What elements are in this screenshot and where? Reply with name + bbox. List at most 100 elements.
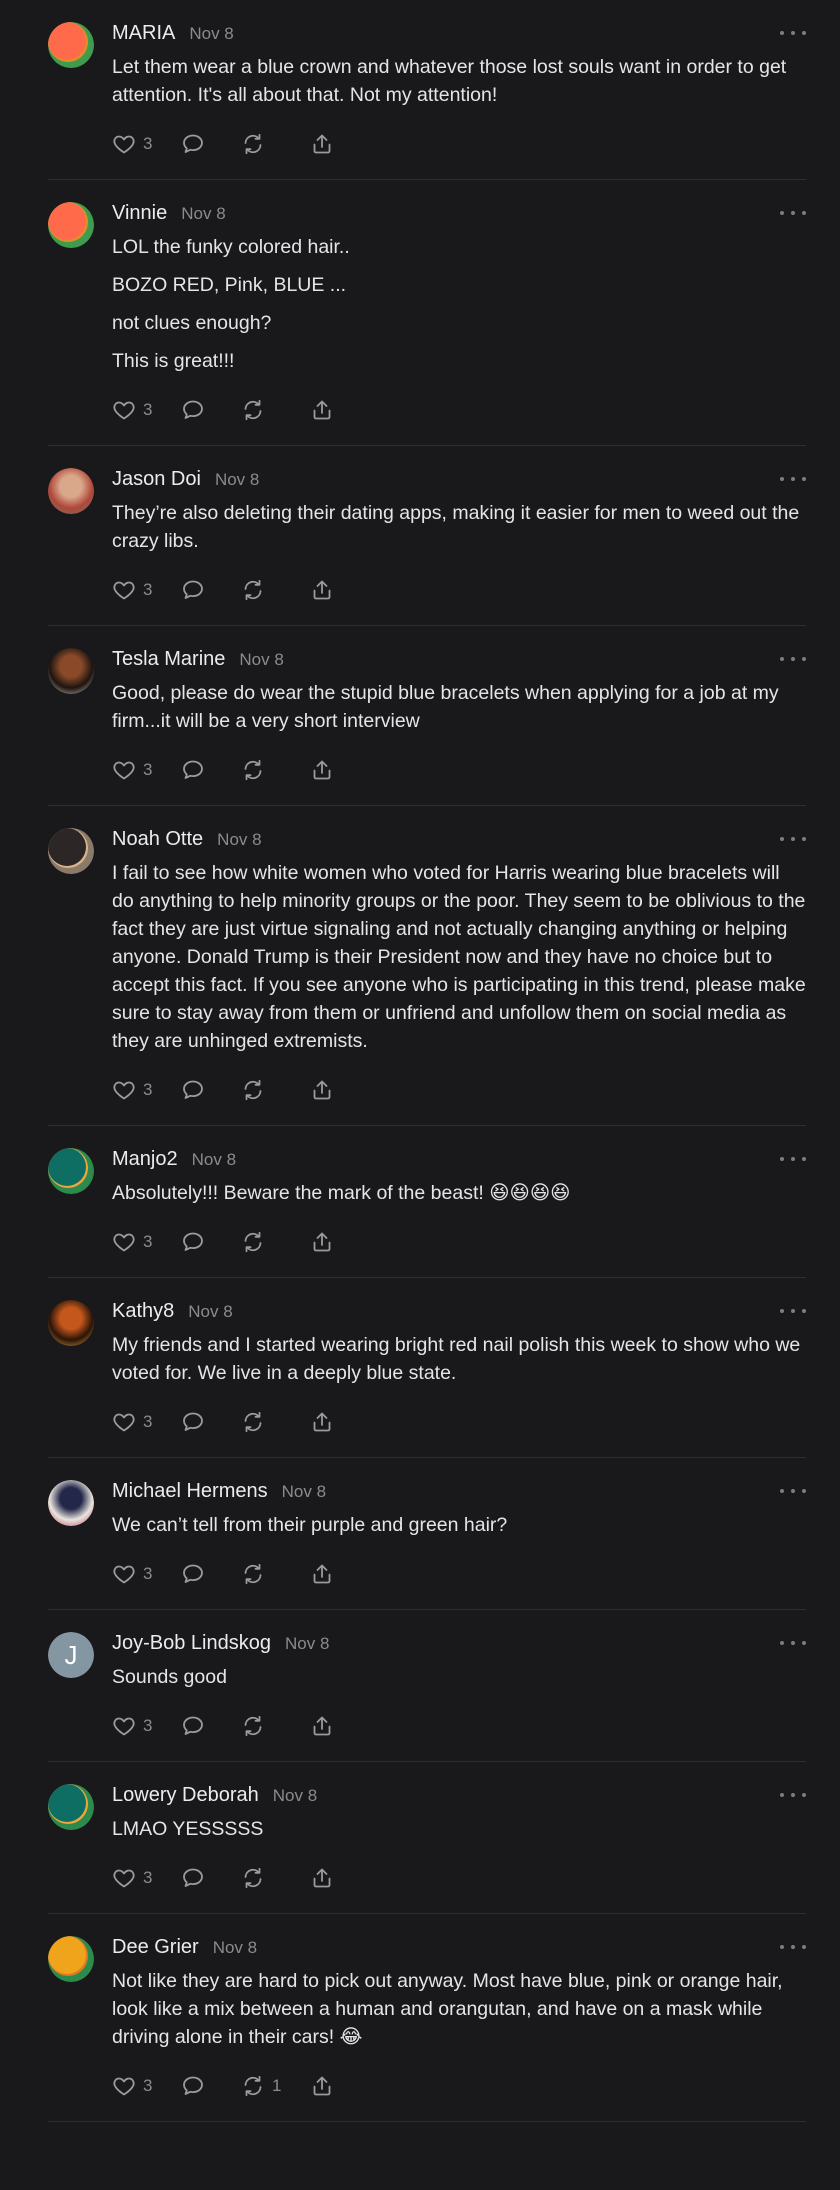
heart-icon — [113, 1081, 135, 1100]
share-button[interactable] — [310, 578, 334, 602]
like-button[interactable]: 3 — [112, 1562, 153, 1586]
author-name[interactable]: Jason Doi — [112, 468, 201, 491]
repost-button[interactable]: 1 — [241, 2074, 282, 2098]
share-button[interactable] — [310, 132, 334, 156]
like-count: 3 — [143, 580, 153, 599]
like-count: 3 — [143, 400, 153, 419]
repost-button[interactable] — [241, 1714, 282, 1738]
avatar[interactable] — [48, 202, 94, 248]
repost-icon — [244, 1411, 262, 1433]
avatar[interactable] — [48, 1784, 94, 1830]
author-name[interactable]: Noah Otte — [112, 828, 203, 851]
heart-icon — [113, 1565, 135, 1584]
comment-text: Absolutely!!! Beware the mark of the bea… — [112, 1182, 571, 1204]
repost-button[interactable] — [241, 132, 282, 156]
repost-icon — [244, 133, 262, 155]
author-name[interactable]: Tesla Marine — [112, 648, 225, 671]
comment-header: MARIA Nov 8 — [112, 22, 806, 50]
more-options-icon[interactable] — [780, 24, 806, 42]
author-name[interactable]: Joy-Bob Lindskog — [112, 1632, 271, 1655]
like-button[interactable]: 3 — [112, 1230, 153, 1254]
comment-text: Not like they are hard to pick out anywa… — [112, 1970, 783, 2048]
avatar[interactable] — [48, 1480, 94, 1526]
like-button[interactable]: 3 — [112, 1714, 153, 1738]
like-button[interactable]: 3 — [112, 2074, 153, 2098]
reply-button[interactable] — [181, 1078, 205, 1102]
reply-button[interactable] — [181, 2074, 205, 2098]
repost-button[interactable] — [241, 1410, 282, 1434]
speech-bubble-icon — [183, 2076, 203, 2095]
reply-button[interactable] — [181, 1410, 205, 1434]
more-options-icon[interactable] — [780, 1482, 806, 1500]
author-name[interactable]: MARIA — [112, 22, 175, 45]
reply-button[interactable] — [181, 398, 205, 422]
reply-button[interactable] — [181, 578, 205, 602]
share-button[interactable] — [310, 1714, 334, 1738]
like-button[interactable]: 3 — [112, 1078, 153, 1102]
comment-date: Nov 8 — [239, 650, 284, 669]
repost-button[interactable] — [241, 1562, 282, 1586]
comment-body: I fail to see how white women who voted … — [112, 859, 806, 1055]
avatar-image — [48, 1936, 94, 1982]
reply-button[interactable] — [181, 132, 205, 156]
like-button[interactable]: 3 — [112, 1410, 153, 1434]
share-button[interactable] — [310, 758, 334, 782]
like-button[interactable]: 3 — [112, 132, 153, 156]
comment: Dee Grier Nov 8 Not like they are hard t… — [48, 1914, 806, 2122]
comment: MARIA Nov 8 Let them wear a blue crown a… — [48, 0, 806, 180]
more-options-icon[interactable] — [780, 1938, 806, 1956]
author-name[interactable]: Kathy8 — [112, 1300, 174, 1323]
more-options-icon[interactable] — [780, 1302, 806, 1320]
comment: Manjo2 Nov 8 Absolutely!!! Beware the ma… — [48, 1126, 806, 1278]
author-name[interactable]: Michael Hermens — [112, 1480, 268, 1503]
comment-body: Let them wear a blue crown and whatever … — [112, 53, 806, 109]
more-options-icon[interactable] — [780, 650, 806, 668]
share-button[interactable] — [310, 1230, 334, 1254]
like-button[interactable]: 3 — [112, 578, 153, 602]
avatar[interactable] — [48, 22, 94, 68]
avatar[interactable] — [48, 1148, 94, 1194]
avatar[interactable]: J — [48, 1632, 94, 1678]
avatar[interactable] — [48, 648, 94, 694]
share-button[interactable] — [310, 1410, 334, 1434]
avatar[interactable] — [48, 1936, 94, 1982]
avatar[interactable] — [48, 468, 94, 514]
repost-button[interactable] — [241, 1866, 282, 1890]
avatar[interactable] — [48, 828, 94, 874]
author-name[interactable]: Manjo2 — [112, 1148, 178, 1171]
comment: Vinnie Nov 8 LOL the funky colored hair.… — [48, 180, 806, 446]
reply-button[interactable] — [181, 1562, 205, 1586]
comment-actions: 3 — [112, 1397, 806, 1457]
share-button[interactable] — [310, 398, 334, 422]
more-options-icon[interactable] — [780, 830, 806, 848]
reply-button[interactable] — [181, 1866, 205, 1890]
repost-button[interactable] — [241, 1078, 282, 1102]
share-button[interactable] — [310, 1562, 334, 1586]
more-options-icon[interactable] — [780, 1634, 806, 1652]
repost-button[interactable] — [241, 758, 282, 782]
reply-button[interactable] — [181, 1230, 205, 1254]
repost-button[interactable] — [241, 398, 282, 422]
repost-button[interactable] — [241, 578, 282, 602]
heart-icon — [113, 1233, 135, 1252]
like-button[interactable]: 3 — [112, 398, 153, 422]
like-button[interactable]: 3 — [112, 758, 153, 782]
avatar[interactable] — [48, 1300, 94, 1346]
share-icon — [313, 134, 331, 154]
share-button[interactable] — [310, 2074, 334, 2098]
more-options-icon[interactable] — [780, 470, 806, 488]
speech-bubble-icon — [183, 1412, 203, 1431]
repost-button[interactable] — [241, 1230, 282, 1254]
reply-button[interactable] — [181, 758, 205, 782]
author-name[interactable]: Dee Grier — [112, 1936, 199, 1959]
share-button[interactable] — [310, 1866, 334, 1890]
author-name[interactable]: Vinnie — [112, 202, 167, 225]
author-name[interactable]: Lowery Deborah — [112, 1784, 259, 1807]
more-options-icon[interactable] — [780, 204, 806, 222]
reply-button[interactable] — [181, 1714, 205, 1738]
more-options-icon[interactable] — [780, 1150, 806, 1168]
more-options-icon[interactable] — [780, 1786, 806, 1804]
share-icon — [313, 1232, 331, 1252]
share-button[interactable] — [310, 1078, 334, 1102]
like-button[interactable]: 3 — [112, 1866, 153, 1890]
